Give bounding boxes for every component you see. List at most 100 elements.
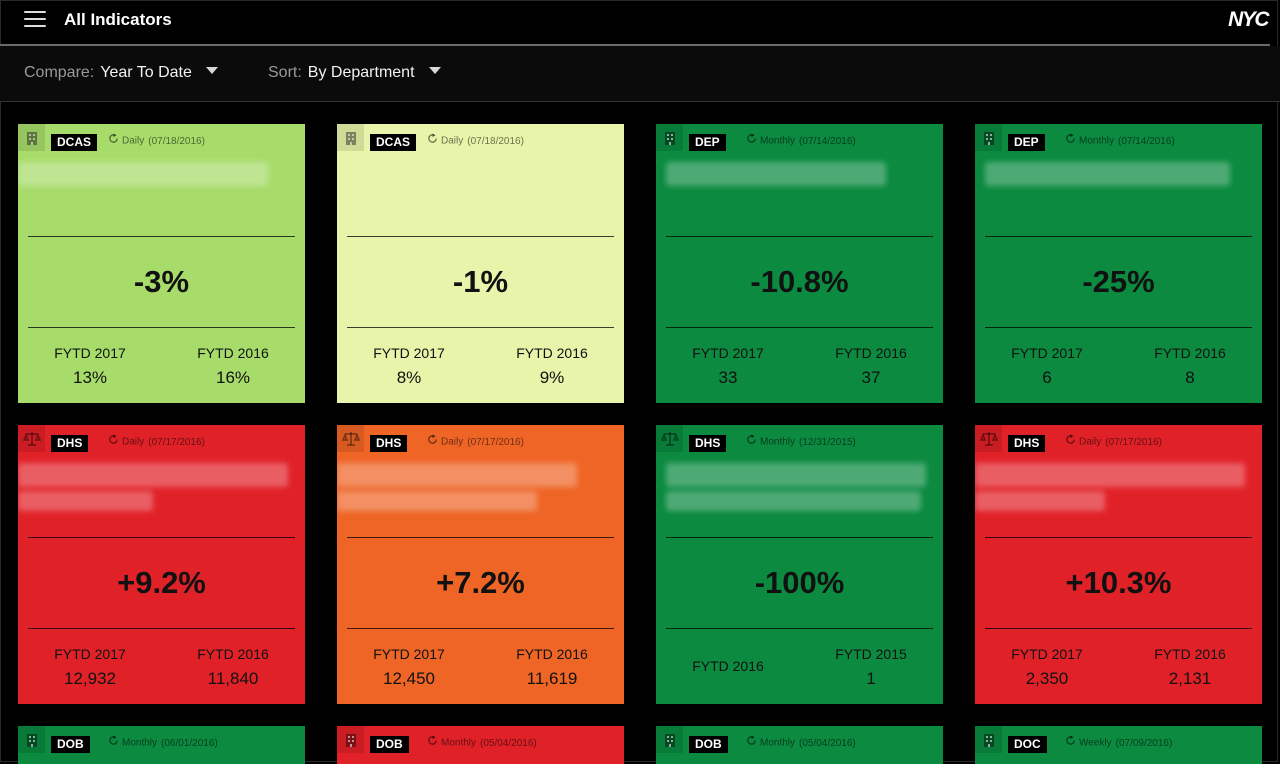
department-badge: DHS	[51, 435, 89, 452]
divider	[985, 628, 1252, 629]
indicator-card[interactable]: DOB Monthly (06/01/2016)	[18, 726, 305, 764]
divider	[347, 236, 614, 237]
indicator-card[interactable]: DOB Monthly (05/04/2016)	[337, 726, 624, 764]
period-label: FYTD 2016	[197, 345, 269, 361]
page-title: All Indicators	[64, 10, 172, 29]
redacted-indicator-title	[18, 162, 268, 186]
scales-icon	[975, 425, 1002, 452]
indicator-card[interactable]: DEP Monthly (07/14/2016) -10.8% FYTD 2017 33 F…	[656, 124, 943, 403]
frequency-label: Daily	[441, 135, 464, 147]
indicator-card[interactable]: DHS Daily (07/17/2016) +7.2% FYTD 2017 12,450…	[337, 425, 624, 704]
indicator-card[interactable]: DCAS Daily (07/18/2016) -1% FYTD 2017 8% FYTD …	[337, 124, 624, 403]
department-badge: DOB	[370, 736, 409, 753]
compare-dropdown[interactable]: Compare: Year To Date	[24, 64, 218, 82]
building-icon	[975, 726, 1002, 753]
department-badge: DOB	[689, 736, 728, 753]
period-value: 13%	[72, 368, 108, 387]
divider	[666, 537, 933, 538]
refresh-icon	[108, 735, 119, 749]
update-frequency: Daily (07/17/2016)	[108, 434, 205, 449]
update-frequency: Daily (07/17/2016)	[1065, 434, 1162, 449]
scales-icon	[18, 425, 45, 452]
indicator-card[interactable]: DHS Daily (07/17/2016) +9.2% FYTD 2017 12,932…	[18, 425, 305, 704]
divider	[347, 327, 614, 328]
update-date: (07/17/2016)	[148, 436, 205, 448]
frequency-label: Daily	[1079, 436, 1102, 448]
update-date: (05/04/2016)	[799, 737, 856, 749]
redacted-indicator-title	[975, 491, 1105, 511]
building-icon	[337, 726, 364, 753]
redacted-indicator-title	[975, 463, 1245, 487]
divider	[666, 628, 933, 629]
scales-icon	[337, 425, 364, 452]
period-value: 11,619	[526, 669, 578, 688]
department-badge: DHS	[1008, 435, 1046, 452]
frequency-label: Monthly	[441, 737, 477, 749]
department-badge: DOC	[1008, 736, 1047, 753]
frequency-label: Daily	[122, 436, 145, 448]
department-badge: DCAS	[370, 134, 417, 151]
refresh-icon	[1065, 133, 1076, 147]
update-frequency: Monthly (05/04/2016)	[746, 735, 856, 750]
divider	[347, 537, 614, 538]
percent-change: -25%	[1082, 264, 1155, 299]
update-frequency: Weekly (07/09/2016)	[1065, 735, 1173, 750]
update-date: (07/09/2016)	[1115, 737, 1173, 749]
refresh-icon	[427, 133, 438, 147]
update-frequency: Monthly (06/01/2016)	[108, 735, 218, 750]
update-frequency: Daily (07/18/2016)	[108, 133, 205, 148]
divider	[28, 537, 295, 538]
building-icon	[656, 726, 683, 753]
frequency-label: Daily	[122, 135, 145, 147]
period-label: FYTD 2017	[54, 345, 126, 361]
indicator-card[interactable]: DHS Daily (07/17/2016) +10.3% FYTD 2017 2,350…	[975, 425, 1262, 704]
percent-change: -3%	[133, 264, 190, 299]
update-date: (07/17/2016)	[1105, 436, 1162, 448]
period-label: FYTD 2017	[1011, 646, 1083, 662]
frequency-label: Daily	[441, 436, 464, 448]
update-date: (05/04/2016)	[480, 737, 537, 749]
frequency-label: Monthly	[760, 135, 796, 147]
period-label: FYTD 2017	[373, 646, 445, 662]
update-date: (07/14/2016)	[1118, 135, 1175, 147]
period-value: 2,350	[1025, 669, 1069, 688]
percent-change: -1%	[452, 264, 509, 299]
period-label: FYTD 2017	[54, 646, 126, 662]
update-frequency: Monthly (12/31/2015)	[746, 434, 856, 449]
period-value: 12,450	[383, 669, 435, 688]
percent-change: +10.3%	[1065, 565, 1172, 600]
period-label: FYTD 2016	[516, 345, 588, 361]
update-date: (06/01/2016)	[161, 737, 218, 749]
divider	[985, 537, 1252, 538]
divider	[28, 327, 295, 328]
period-value: 6	[1042, 368, 1052, 387]
indicator-card[interactable]: DCAS Daily (07/18/2016) -3% FYTD 2017 13% FYTD…	[18, 124, 305, 403]
redacted-indicator-title	[985, 162, 1230, 186]
update-frequency: Daily (07/17/2016)	[427, 434, 524, 449]
hamburger-menu-icon[interactable]	[24, 10, 46, 28]
percent-change: -10.8%	[750, 264, 849, 299]
scales-icon	[656, 425, 683, 452]
period-value: 11,840	[207, 669, 259, 688]
period-value: 12,932	[64, 669, 116, 688]
period-value: 2,131	[1168, 669, 1212, 688]
redacted-indicator-title	[18, 463, 288, 487]
period-label: FYTD 2016	[197, 646, 269, 662]
refresh-icon	[427, 735, 438, 749]
period-value: 37	[861, 368, 881, 387]
indicator-card[interactable]: DEP Monthly (07/14/2016) -25% FYTD 2017 6 FYTD…	[975, 124, 1262, 403]
building-icon	[656, 124, 683, 151]
divider	[347, 628, 614, 629]
frequency-label: Monthly	[1079, 135, 1115, 147]
sort-dropdown[interactable]: Sort: By Department	[268, 64, 441, 82]
period-value: 9%	[539, 368, 565, 387]
frequency-label: Weekly	[1079, 737, 1112, 749]
nyc-logo[interactable]: NYC	[1228, 8, 1269, 32]
chevron-down-icon	[205, 67, 218, 75]
top-bar: All Indicators NYC	[0, 0, 1280, 44]
update-date: (07/17/2016)	[467, 436, 524, 448]
indicator-card[interactable]: DHS Monthly (12/31/2015) -100% FYTD 2016 FYTD…	[656, 425, 943, 704]
period-label: FYTD 2016	[1154, 646, 1226, 662]
indicator-card[interactable]: DOB Monthly (05/04/2016)	[656, 726, 943, 764]
indicator-card[interactable]: DOC Weekly (07/09/2016)	[975, 726, 1262, 764]
